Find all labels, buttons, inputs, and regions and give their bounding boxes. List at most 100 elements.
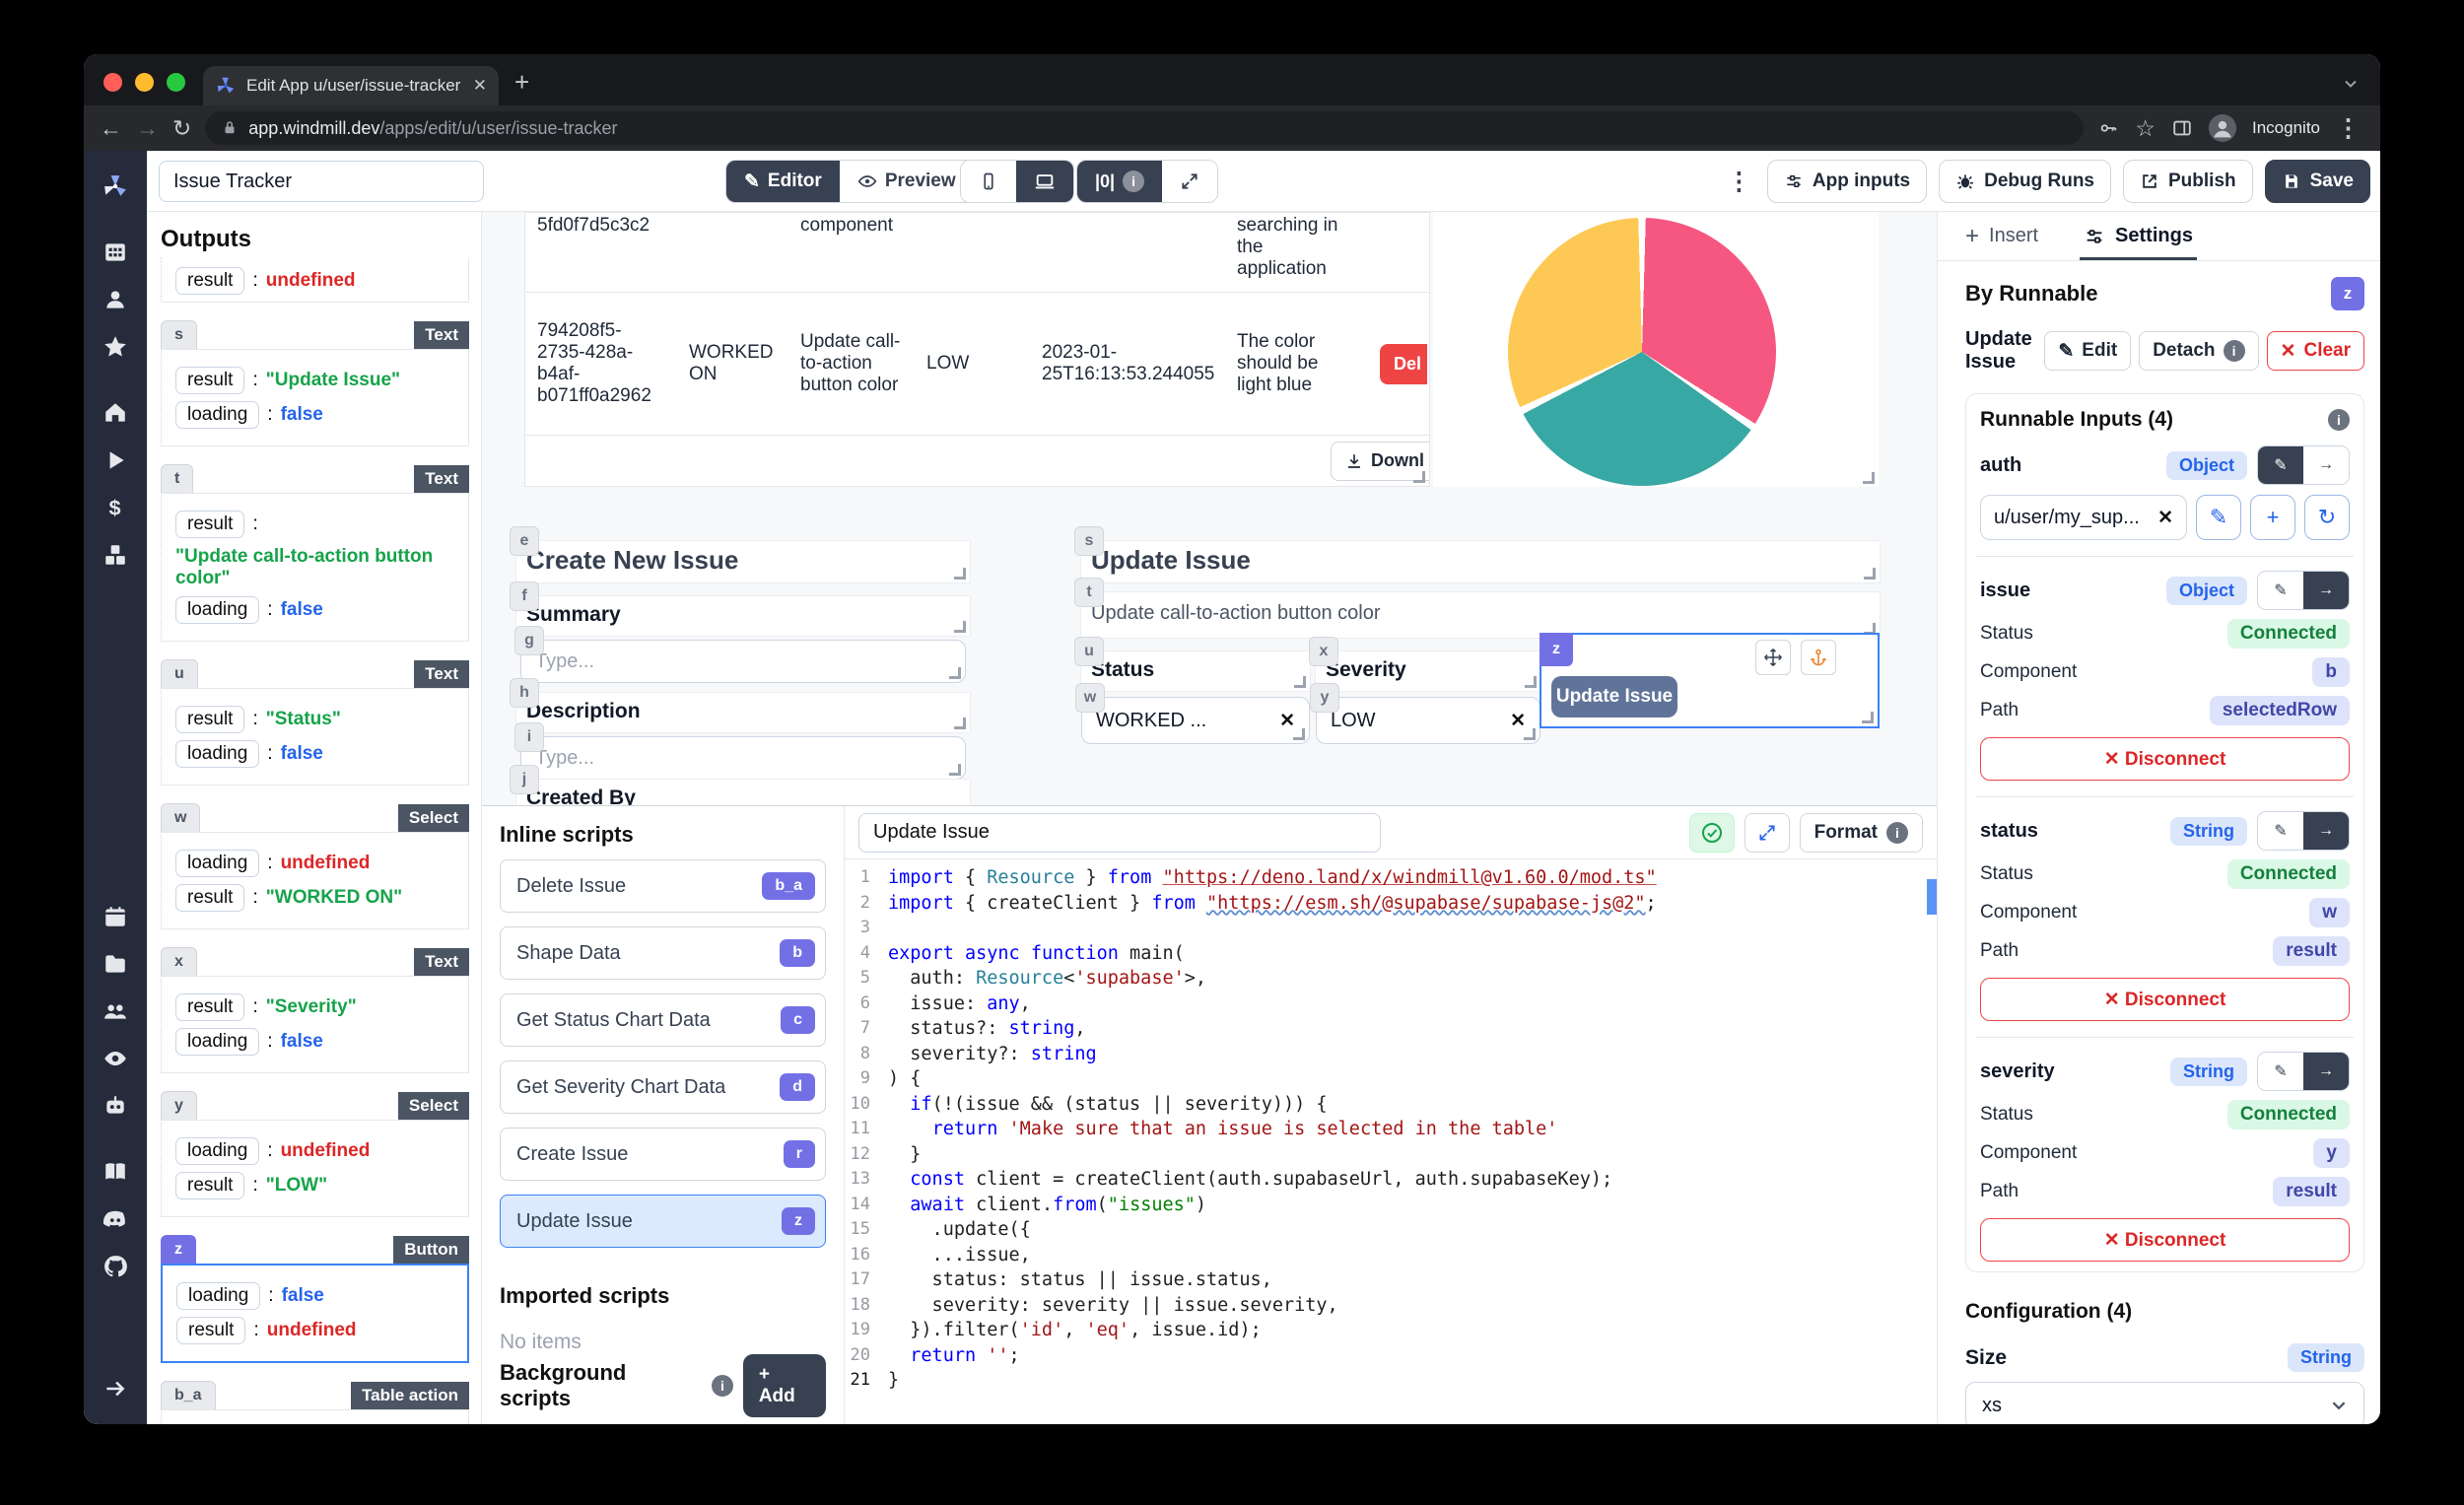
favorites-star-icon[interactable] xyxy=(103,334,128,360)
move-handle-icon[interactable] xyxy=(1755,640,1791,675)
download-button[interactable]: Downl xyxy=(1331,441,1429,481)
connect-mode-button[interactable]: → xyxy=(2303,572,2349,609)
description-input[interactable]: i Type... xyxy=(514,722,966,780)
output-id-tag[interactable]: b_a xyxy=(161,1381,216,1409)
preview-tab[interactable]: Preview xyxy=(839,161,974,202)
output-id-tag[interactable]: y xyxy=(161,1091,197,1120)
output-key[interactable]: result xyxy=(176,1317,246,1344)
output-key[interactable]: loading xyxy=(175,850,260,877)
output-id-tag[interactable]: x xyxy=(161,947,197,976)
update-issue-button[interactable]: Update Issue xyxy=(1551,676,1677,718)
mobile-view-button[interactable] xyxy=(961,161,1016,202)
disconnect-button[interactable]: ✕ Disconnect xyxy=(1980,978,2350,1021)
add-resource-button[interactable]: + xyxy=(2250,495,2295,540)
code-area[interactable]: 1 import { Resource } from "https://deno.… xyxy=(845,859,1937,1424)
clear-button[interactable]: ✕ Clear xyxy=(2266,331,2364,371)
script-name-input[interactable] xyxy=(858,812,1381,853)
description-label-card[interactable]: h Description xyxy=(510,678,970,732)
output-key[interactable]: loading xyxy=(176,1282,261,1310)
status-label-card[interactable]: u Status xyxy=(1074,637,1310,691)
output-key[interactable]: loading xyxy=(175,740,260,768)
output-key[interactable]: loading xyxy=(175,1028,260,1056)
output-id-tag[interactable]: t xyxy=(161,464,194,493)
summary-label-card[interactable]: f Summary xyxy=(510,581,970,636)
script-item[interactable]: Get Severity Chart Data d xyxy=(500,1060,826,1114)
script-item[interactable]: Create Issue r xyxy=(500,1128,826,1181)
severity-select[interactable]: y LOW ✕ xyxy=(1310,683,1540,744)
output-id-tag[interactable]: z xyxy=(161,1235,196,1264)
groups-users-icon[interactable] xyxy=(103,998,128,1024)
status-pie-chart[interactable] xyxy=(1433,212,1879,487)
clear-select-icon[interactable]: ✕ xyxy=(1279,710,1295,732)
editor-tab[interactable]: ✎ Editor xyxy=(726,161,840,202)
static-edit-mode-button[interactable]: ✎ xyxy=(2258,812,2303,850)
table-row[interactable]: 794208f5-2735-428a-b4af-b071ff0a2962 WOR… xyxy=(525,292,1429,435)
close-window-button[interactable] xyxy=(103,73,122,92)
collapse-sidebar-arrow-icon[interactable] xyxy=(103,1376,128,1402)
disconnect-button[interactable]: ✕ Disconnect xyxy=(1980,737,2350,781)
variables-dollar-icon[interactable]: $ xyxy=(103,495,128,520)
more-menu-icon[interactable]: ⋮ xyxy=(1727,167,1751,196)
back-button[interactable]: ← xyxy=(100,115,122,142)
refresh-resource-button[interactable]: ↻ xyxy=(2304,495,2350,540)
password-key-icon[interactable] xyxy=(2097,117,2119,139)
size-select[interactable]: xs xyxy=(1965,1382,2364,1424)
output-id-tag[interactable]: s xyxy=(161,320,197,349)
severity-label-card[interactable]: x Severity xyxy=(1309,637,1540,691)
output-id-tag[interactable]: u xyxy=(161,659,198,688)
tab-settings[interactable]: Settings xyxy=(2080,212,2197,260)
anchor-icon[interactable] xyxy=(1801,640,1836,675)
apps-icon[interactable] xyxy=(103,239,128,265)
resources-cubes-icon[interactable] xyxy=(103,542,128,568)
browser-menu-icon[interactable]: ⋮ xyxy=(2336,113,2361,143)
update-button-component-selected[interactable]: z Update Issue xyxy=(1540,633,1880,728)
address-bar[interactable]: app.windmill.dev/apps/edit/u/user/issue-… xyxy=(205,111,2085,145)
tab-insert[interactable]: + Insert xyxy=(1965,212,2038,260)
create-issue-heading[interactable]: e Create New Issue xyxy=(510,526,970,582)
reload-button[interactable]: ↻ xyxy=(172,115,191,142)
browser-tab[interactable]: Edit App u/user/issue-tracker | ✕ xyxy=(203,66,499,105)
windmill-logo-icon[interactable] xyxy=(103,173,128,199)
minimize-window-button[interactable] xyxy=(135,73,154,92)
resource-picker-input[interactable]: u/user/my_sup... ✕ xyxy=(1980,495,2187,540)
output-key[interactable]: result xyxy=(175,511,245,538)
static-edit-mode-button[interactable]: ✎ xyxy=(2258,572,2303,609)
add-background-script-button[interactable]: + Add xyxy=(742,1354,826,1417)
tab-search-chevron-icon[interactable] xyxy=(2343,76,2359,92)
publish-button[interactable]: Publish xyxy=(2123,160,2253,203)
zoom-window-button[interactable] xyxy=(167,73,185,92)
clear-select-icon[interactable]: ✕ xyxy=(1510,710,1526,732)
output-key[interactable]: loading xyxy=(175,1137,260,1165)
script-item[interactable]: Update Issue z xyxy=(500,1195,826,1248)
static-edit-mode-button[interactable]: ✎ xyxy=(2258,1053,2303,1090)
connect-mode-button[interactable]: → xyxy=(2303,446,2349,484)
discord-icon[interactable] xyxy=(103,1206,128,1232)
workers-robot-icon[interactable] xyxy=(103,1093,128,1119)
output-key[interactable]: result xyxy=(175,884,245,912)
output-key[interactable]: loading xyxy=(175,596,260,624)
issue-title-text[interactable]: t Update call-to-action button color xyxy=(1074,578,1880,638)
output-key[interactable]: result xyxy=(175,1172,245,1199)
issues-table[interactable]: 5fd0f7d5c3c2 component searching in the … xyxy=(524,212,1430,487)
lint-ok-button[interactable] xyxy=(1688,812,1735,853)
app-name-input[interactable] xyxy=(159,161,484,202)
expand-editor-button[interactable] xyxy=(1744,812,1790,853)
bookmark-star-icon[interactable]: ☆ xyxy=(2135,115,2156,142)
new-tab-button[interactable]: + xyxy=(514,67,529,98)
delete-row-button[interactable]: Del xyxy=(1380,343,1428,384)
audit-eye-icon[interactable] xyxy=(103,1046,128,1071)
tab-close-icon[interactable]: ✕ xyxy=(473,76,487,96)
summary-input[interactable]: g Type... xyxy=(514,626,966,683)
docs-book-icon[interactable] xyxy=(103,1159,128,1185)
forward-button[interactable]: → xyxy=(136,115,159,142)
script-item[interactable]: Get Status Chart Data c xyxy=(500,993,826,1047)
output-key[interactable]: result xyxy=(175,367,245,394)
output-key[interactable]: result xyxy=(175,706,245,733)
profile-avatar[interactable] xyxy=(2209,114,2236,142)
github-icon[interactable] xyxy=(103,1254,128,1279)
edit-button[interactable]: ✎ Edit xyxy=(2044,331,2132,371)
schedules-calendar-icon[interactable] xyxy=(103,904,128,929)
status-select[interactable]: w WORKED ... ✕ xyxy=(1075,683,1310,744)
outputs-debug-button[interactable]: |0| i xyxy=(1077,161,1163,202)
update-issue-heading[interactable]: s Update Issue xyxy=(1074,526,1880,582)
